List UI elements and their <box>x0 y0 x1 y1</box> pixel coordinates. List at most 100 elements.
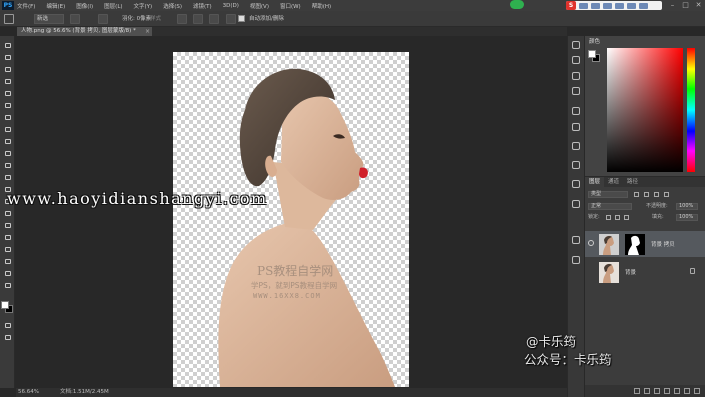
lasso-tool-icon[interactable] <box>3 65 12 73</box>
ime-mic-icon[interactable] <box>603 2 612 9</box>
healing-brush-tool-icon[interactable] <box>3 113 12 121</box>
maximize-button[interactable]: □ <box>681 1 690 10</box>
menu-help[interactable]: 帮助(H) <box>312 2 331 10</box>
history-brush-tool-icon[interactable] <box>3 149 12 157</box>
layer-style-icon[interactable] <box>644 388 650 394</box>
menu-3d[interactable]: 3D(D) <box>223 3 239 9</box>
group-icon[interactable] <box>674 388 680 394</box>
mode-select[interactable]: 新选 <box>34 14 64 24</box>
new-layer-icon[interactable] <box>684 388 690 394</box>
path-select-tool-icon[interactable] <box>3 233 12 241</box>
panel-foreground-swatch[interactable] <box>588 50 596 58</box>
foreground-color-swatch[interactable] <box>1 301 9 309</box>
rectangle-tool-icon[interactable] <box>3 245 12 253</box>
brush-tool-icon[interactable] <box>3 125 12 133</box>
menu-edit[interactable]: 编辑(E) <box>46 2 65 10</box>
quick-select-tool-icon[interactable] <box>3 77 12 85</box>
type-tool-icon[interactable] <box>3 221 12 229</box>
tab-paths[interactable]: 路径 <box>623 177 642 187</box>
eye-icon[interactable] <box>588 240 594 246</box>
hand-tool-icon[interactable] <box>3 257 12 265</box>
pen-tool-icon[interactable] <box>3 209 12 217</box>
close-icon[interactable]: × <box>145 27 150 36</box>
ime-lang-icon[interactable] <box>579 2 588 9</box>
clone-stamp-tool-icon[interactable] <box>3 137 12 145</box>
add-mask-icon[interactable] <box>654 388 660 394</box>
opacity-input[interactable]: 100% <box>676 203 698 210</box>
layer-row-copy[interactable]: 背景 拷贝 <box>585 231 705 257</box>
paragraph-panel-icon[interactable] <box>572 180 580 188</box>
filter-adjust-icon[interactable] <box>644 192 649 197</box>
document-tab[interactable]: 人物.png @ 56.6% (背景 拷贝, 图层蒙版/8) * × <box>17 27 152 36</box>
crop-tool-icon[interactable] <box>3 89 12 97</box>
character-panel-icon[interactable] <box>572 200 580 208</box>
tool-preset-icon[interactable] <box>4 14 14 24</box>
menu-filter[interactable]: 滤镜(T) <box>193 2 212 10</box>
color-picker-field[interactable] <box>607 48 683 172</box>
filter-type-icon[interactable] <box>654 192 659 197</box>
link-layers-icon[interactable] <box>634 388 640 394</box>
new-selection-button[interactable] <box>70 14 80 24</box>
layer-thumbnail[interactable] <box>599 262 619 283</box>
filter-pixel-icon[interactable] <box>634 192 639 197</box>
fill-input[interactable]: 100% <box>676 214 698 221</box>
path-ops-button[interactable] <box>177 14 187 24</box>
quick-mask-icon[interactable] <box>3 321 12 329</box>
menu-select[interactable]: 选择(S) <box>163 2 182 10</box>
ime-skin-icon[interactable] <box>627 2 636 9</box>
canvas-area[interactable]: PS教程自学网 学PS，就到PS教程自学网 WWW.16XX8.COM <box>16 36 567 388</box>
extension-badge-icon[interactable] <box>510 0 524 9</box>
tab-channels[interactable]: 通道 <box>604 177 623 187</box>
filter-shape-icon[interactable] <box>664 192 669 197</box>
menu-file[interactable]: 文件(F) <box>17 2 35 10</box>
lock-position-icon[interactable] <box>615 215 620 220</box>
hue-slider[interactable] <box>687 48 695 172</box>
styles-panel-icon[interactable] <box>572 123 580 131</box>
blend-mode-select[interactable]: 正常 <box>588 203 632 210</box>
layer-name[interactable]: 背景 拷贝 <box>651 240 675 248</box>
document-size[interactable]: 文档:1.51M/2.45M <box>60 388 109 397</box>
zoom-tool-icon[interactable] <box>3 269 12 277</box>
layer-kind-filter[interactable]: 类型 <box>588 191 628 198</box>
ime-punct-icon[interactable] <box>591 2 600 9</box>
layer-mask-thumbnail[interactable] <box>625 234 645 255</box>
layer-row-background[interactable]: 背景 <box>585 259 705 285</box>
menu-layer[interactable]: 图层(L) <box>104 2 122 10</box>
layer-thumbnail[interactable] <box>599 234 619 255</box>
close-button[interactable]: ✕ <box>694 1 703 10</box>
zoom-level[interactable]: 56.64% <box>18 388 39 397</box>
info-panel-icon[interactable] <box>572 142 580 150</box>
adjustments-panel-icon[interactable] <box>572 107 580 115</box>
brush-panel-icon[interactable] <box>572 72 580 80</box>
actions-panel-icon[interactable] <box>572 56 580 64</box>
ime-toolbar[interactable]: S <box>566 1 662 10</box>
minimize-button[interactable]: – <box>668 1 677 10</box>
ime-logo-icon[interactable]: S <box>566 1 576 10</box>
gradient-tool-icon[interactable] <box>3 173 12 181</box>
menu-view[interactable]: 视图(V) <box>250 2 269 10</box>
gear-icon[interactable] <box>226 14 236 24</box>
auto-add-delete-checkbox[interactable] <box>238 15 245 22</box>
history-panel-icon[interactable] <box>572 41 580 49</box>
path-align-button[interactable] <box>193 14 203 24</box>
marquee-tool-icon[interactable] <box>3 53 12 61</box>
screen-mode-icon[interactable] <box>3 333 12 341</box>
paths-panel-icon[interactable] <box>572 256 580 264</box>
ime-tools-icon[interactable] <box>639 2 648 9</box>
eraser-tool-icon[interactable] <box>3 161 12 169</box>
layer-name[interactable]: 背景 <box>625 268 636 276</box>
tab-layers[interactable]: 图层 <box>585 177 605 187</box>
menu-window[interactable]: 窗口(W) <box>280 2 301 10</box>
add-selection-button[interactable] <box>98 14 108 24</box>
color-panel-title[interactable]: 颜色 <box>589 37 600 45</box>
trash-icon[interactable] <box>694 388 700 394</box>
menu-image[interactable]: 图像(I) <box>76 2 93 10</box>
document-canvas[interactable]: PS教程自学网 学PS，就到PS教程自学网 WWW.16XX8.COM <box>173 52 409 387</box>
path-arrange-button[interactable] <box>209 14 219 24</box>
timeline-panel-icon[interactable] <box>572 236 580 244</box>
adjustment-layer-icon[interactable] <box>664 388 670 394</box>
ime-keyboard-icon[interactable] <box>615 2 624 9</box>
edit-toolbar-icon[interactable] <box>3 281 12 289</box>
clone-source-panel-icon[interactable] <box>572 87 580 95</box>
lock-all-icon[interactable] <box>624 215 629 220</box>
